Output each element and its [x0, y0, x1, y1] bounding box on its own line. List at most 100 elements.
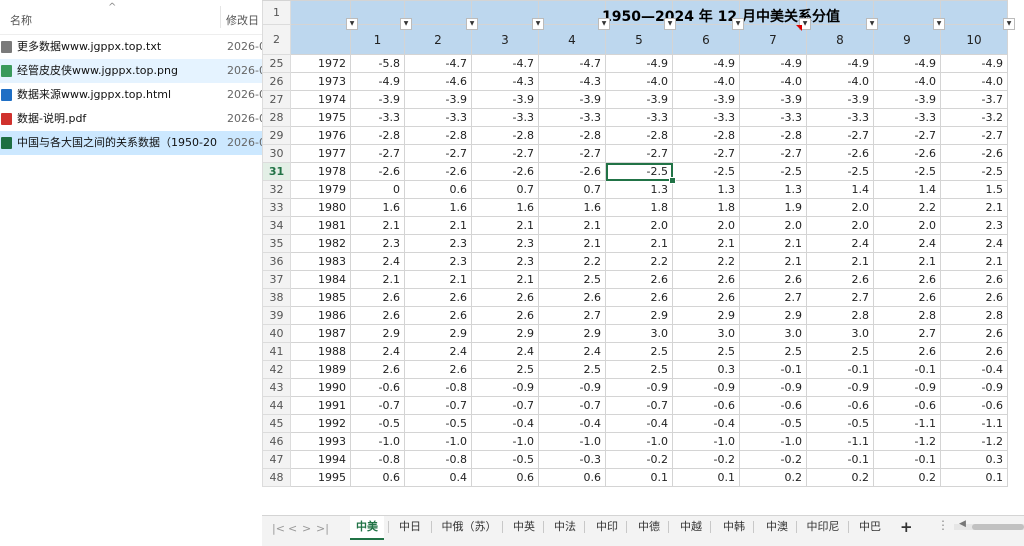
value-cell[interactable]: 2.6: [873, 288, 941, 307]
row-header[interactable]: 39: [262, 306, 291, 325]
scrollbar-thumb[interactable]: [972, 524, 1024, 530]
value-cell[interactable]: -2.5: [873, 162, 941, 181]
value-cell[interactable]: -0.5: [806, 414, 874, 433]
row-header[interactable]: 2: [262, 24, 291, 55]
value-cell[interactable]: -0.9: [940, 378, 1008, 397]
value-cell[interactable]: 2.6: [873, 270, 941, 289]
value-cell[interactable]: 0.2: [873, 468, 941, 487]
row-header[interactable]: 43: [262, 378, 291, 397]
value-cell[interactable]: -3.9: [404, 90, 472, 109]
row-header[interactable]: 31: [262, 162, 291, 181]
value-cell[interactable]: 2.6: [350, 306, 405, 325]
value-cell[interactable]: -2.7: [404, 144, 472, 163]
row-header[interactable]: 38: [262, 288, 291, 307]
value-cell[interactable]: 2.4: [471, 342, 539, 361]
value-cell[interactable]: -4.9: [940, 54, 1008, 73]
value-cell[interactable]: -0.5: [404, 414, 472, 433]
filter-dropdown-icon[interactable]: ▼: [346, 18, 358, 30]
year-cell[interactable]: 1977: [290, 144, 351, 163]
filter-dropdown-icon[interactable]: ▼: [532, 18, 544, 30]
value-cell[interactable]: -0.6: [873, 396, 941, 415]
value-cell[interactable]: -1.1: [873, 414, 941, 433]
value-cell[interactable]: -0.1: [806, 450, 874, 469]
sheet-nav-button[interactable]: >: [302, 522, 311, 535]
value-cell[interactable]: -4.9: [873, 54, 941, 73]
value-cell[interactable]: 2.2: [538, 252, 606, 271]
value-cell[interactable]: -2.7: [672, 144, 740, 163]
value-cell[interactable]: 2.9: [350, 324, 405, 343]
filter-dropdown-icon[interactable]: ▼: [933, 18, 945, 30]
filter-dropdown-icon[interactable]: ▼: [866, 18, 878, 30]
month-header-cell[interactable]: 3: [471, 24, 539, 55]
year-cell[interactable]: 1991: [290, 396, 351, 415]
row-header[interactable]: 1: [262, 0, 291, 25]
value-cell[interactable]: 1.3: [605, 180, 673, 199]
year-cell[interactable]: 1978: [290, 162, 351, 181]
column-date-header[interactable]: 修改日: [226, 12, 259, 28]
row-header[interactable]: 37: [262, 270, 291, 289]
value-cell[interactable]: 0.6: [471, 468, 539, 487]
value-cell[interactable]: 2.6: [672, 270, 740, 289]
value-cell[interactable]: -3.3: [404, 108, 472, 127]
value-cell[interactable]: -4.9: [605, 54, 673, 73]
value-cell[interactable]: -4.0: [739, 72, 807, 91]
value-cell[interactable]: 2.9: [471, 324, 539, 343]
sheet-tab[interactable]: 中德: [634, 516, 664, 538]
row-header[interactable]: 41: [262, 342, 291, 361]
value-cell[interactable]: 2.7: [806, 288, 874, 307]
sheet-tab[interactable]: 中巴: [855, 516, 885, 538]
value-cell[interactable]: -1.2: [873, 432, 941, 451]
value-cell[interactable]: 2.4: [350, 342, 405, 361]
year-cell[interactable]: 1984: [290, 270, 351, 289]
value-cell[interactable]: 2.4: [806, 234, 874, 253]
value-cell[interactable]: 2.2: [672, 252, 740, 271]
value-cell[interactable]: -0.5: [471, 450, 539, 469]
value-cell[interactable]: 2.7: [873, 324, 941, 343]
value-cell[interactable]: 2.9: [739, 306, 807, 325]
value-cell[interactable]: -3.3: [350, 108, 405, 127]
row-header[interactable]: 36: [262, 252, 291, 271]
value-cell[interactable]: -0.5: [739, 414, 807, 433]
value-cell[interactable]: 2.5: [605, 360, 673, 379]
row-header[interactable]: 35: [262, 234, 291, 253]
value-cell[interactable]: -2.8: [605, 126, 673, 145]
value-cell[interactable]: -2.5: [672, 162, 740, 181]
year-cell[interactable]: 1983: [290, 252, 351, 271]
value-cell[interactable]: -1.0: [350, 432, 405, 451]
sheet-tab[interactable]: 中英: [509, 516, 539, 538]
value-cell[interactable]: 2.6: [404, 288, 472, 307]
value-cell[interactable]: 1.6: [350, 198, 405, 217]
value-cell[interactable]: -2.7: [806, 126, 874, 145]
value-cell[interactable]: -0.6: [739, 396, 807, 415]
value-cell[interactable]: 2.1: [404, 270, 472, 289]
value-cell[interactable]: -3.9: [873, 90, 941, 109]
value-cell[interactable]: -2.7: [538, 144, 606, 163]
value-cell[interactable]: -2.8: [739, 126, 807, 145]
value-cell[interactable]: -0.8: [350, 450, 405, 469]
file-row[interactable]: 更多数据www.jgppx.top.txt 2026-0: [0, 35, 262, 59]
value-cell[interactable]: 2.3: [471, 252, 539, 271]
value-cell[interactable]: 2.5: [806, 342, 874, 361]
value-cell[interactable]: 0.1: [605, 468, 673, 487]
value-cell[interactable]: 2.1: [538, 234, 606, 253]
value-cell[interactable]: -2.7: [350, 144, 405, 163]
value-cell[interactable]: 2.3: [471, 234, 539, 253]
value-cell[interactable]: 2.0: [873, 216, 941, 235]
column-name-header[interactable]: 名称: [10, 12, 32, 28]
value-cell[interactable]: -1.0: [471, 432, 539, 451]
value-cell[interactable]: 1.6: [471, 198, 539, 217]
title-cell[interactable]: [940, 0, 1008, 25]
value-cell[interactable]: 3.0: [806, 324, 874, 343]
value-cell[interactable]: 0.2: [739, 468, 807, 487]
value-cell[interactable]: -2.8: [404, 126, 472, 145]
value-cell[interactable]: -0.1: [739, 360, 807, 379]
value-cell[interactable]: 2.1: [940, 198, 1008, 217]
value-cell[interactable]: -2.6: [940, 144, 1008, 163]
value-cell[interactable]: 2.4: [350, 252, 405, 271]
value-cell[interactable]: -0.9: [806, 378, 874, 397]
value-cell[interactable]: 2.1: [672, 234, 740, 253]
value-cell[interactable]: 1.3: [739, 180, 807, 199]
value-cell[interactable]: -4.0: [940, 72, 1008, 91]
value-cell[interactable]: 1.4: [873, 180, 941, 199]
title-cell[interactable]: [350, 0, 405, 25]
